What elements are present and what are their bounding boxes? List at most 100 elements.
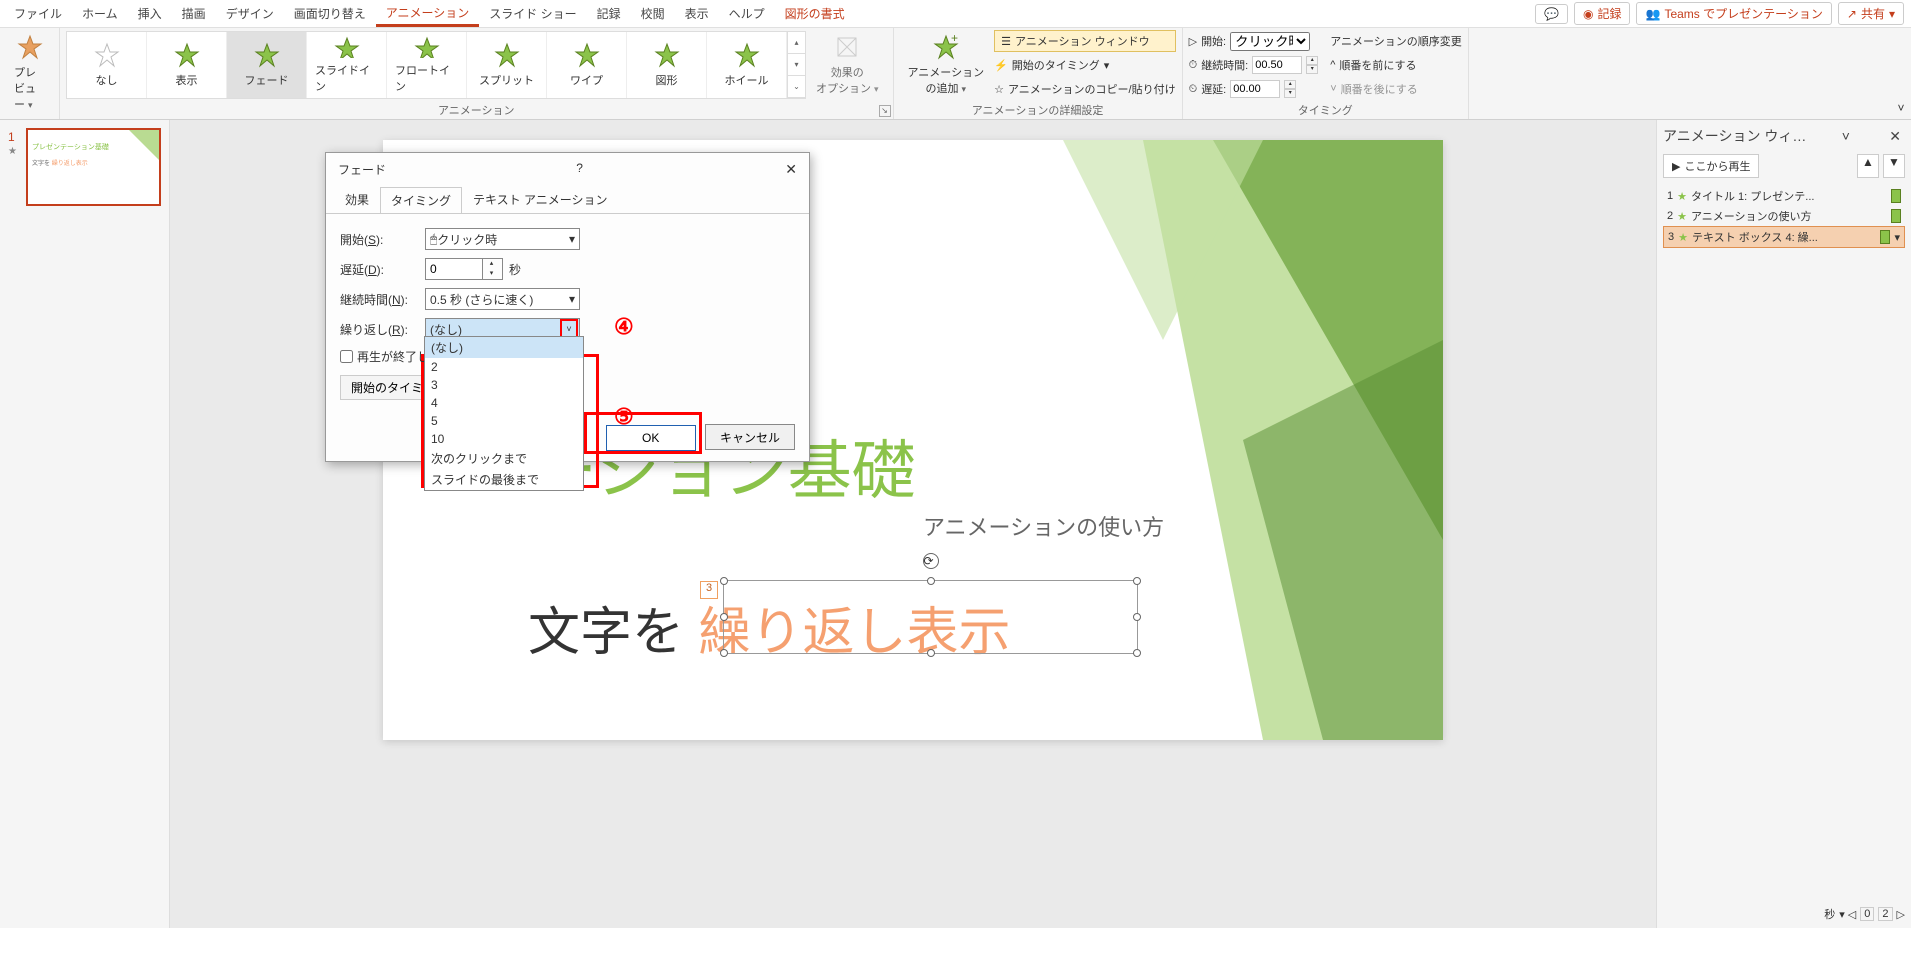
dlg-duration-select[interactable]: 0.5 秒 (さらに速く)▾ (425, 288, 580, 310)
tab-view[interactable]: 表示 (675, 0, 719, 27)
tab-draw[interactable]: 描画 (172, 0, 216, 27)
handle-bm[interactable] (927, 649, 935, 657)
tab-slideshow[interactable]: スライド ショー (479, 0, 586, 27)
animation-order-tag[interactable]: 3 (700, 581, 718, 599)
repeat-option-3[interactable]: 3 (425, 376, 583, 394)
add-animation-button[interactable]: + アニメーション の追加 (900, 30, 993, 100)
handle-bl[interactable] (720, 649, 728, 657)
effect-options-button[interactable]: 効果の オプション (808, 30, 887, 100)
trigger-button[interactable]: ⚡ 開始のタイミング ▾ (994, 54, 1176, 76)
move-later-button[interactable]: ˅ 順番を後にする (1330, 78, 1462, 100)
animation-group-launcher[interactable]: ↘ (879, 105, 891, 117)
preview-button[interactable]: プレビュー (6, 30, 53, 116)
dlg-rewind-checkbox[interactable] (340, 350, 353, 363)
anim-split[interactable]: スプリット (467, 32, 547, 98)
repeat-option-10[interactable]: 10 (425, 430, 583, 448)
anim-slidein[interactable]: スライドイン (307, 32, 387, 98)
animation-painter-button[interactable]: ☆ アニメーションのコピー/貼り付け (994, 78, 1176, 100)
move-up-button[interactable]: ▲ (1857, 154, 1879, 178)
tab-design[interactable]: デザイン (216, 0, 284, 27)
slide-editor[interactable]: ーション基礎 アニメーションの使い方 文字を 繰り返し表示 ⟳ 3 フェード ?… (170, 120, 1656, 928)
anim-item-2[interactable]: 2★アニメーションの使い方 (1663, 206, 1905, 226)
repeat-option-none[interactable]: (なし) (425, 337, 583, 358)
dlg-start-value: クリック時 (437, 231, 497, 248)
anim-floatin[interactable]: フロートイン (387, 32, 467, 98)
repeat-option-5[interactable]: 5 (425, 412, 583, 430)
timing-group-label: タイミング (1189, 100, 1462, 118)
record-button[interactable]: ◉ 記録 (1574, 2, 1631, 25)
thumbnail-pane[interactable]: 1 ★ プレゼンテーション基礎 文字を 繰り返し表示 (0, 120, 170, 928)
repeat-option-4[interactable]: 4 (425, 394, 583, 412)
tab-record[interactable]: 記録 (587, 0, 631, 27)
trigger-label: 開始のタイミング (1012, 57, 1100, 73)
tab-insert[interactable]: 挿入 (128, 0, 172, 27)
copy-label: アニメーションのコピー/貼り付け (1008, 81, 1176, 97)
repeat-option-nextclick[interactable]: 次のクリックまで (425, 448, 583, 469)
animation-pane-button[interactable]: ☰ アニメーション ウィンドウ (994, 30, 1176, 52)
anim-item-3-bar (1880, 230, 1890, 244)
start-select[interactable]: クリック時 (1230, 32, 1310, 51)
handle-br[interactable] (1133, 649, 1141, 657)
dialog-close-button[interactable]: ✕ (785, 161, 797, 178)
preview-icon (17, 34, 43, 60)
animation-gallery[interactable]: なし 表示 フェード スライドイン フロートイン スプリット ワイプ 図形 ホイ… (66, 31, 806, 99)
tab-home[interactable]: ホーム (72, 0, 128, 27)
share-button[interactable]: ↗ 共有 ▾ (1838, 2, 1904, 25)
handle-tm[interactable] (927, 577, 935, 585)
dlg-start-select[interactable]: 🖱 クリック時▾ (425, 228, 580, 250)
anim-pane-close[interactable]: ✕ (1885, 128, 1905, 145)
handle-ml[interactable] (720, 613, 728, 621)
duration-input[interactable] (1252, 56, 1302, 74)
anim-item-3-menu[interactable]: ▾ (1894, 231, 1900, 244)
dialog-tab-text[interactable]: テキスト アニメーション (462, 186, 619, 213)
handle-tr[interactable] (1133, 577, 1141, 585)
delay-input[interactable] (1230, 80, 1280, 98)
gallery-scroll[interactable]: ▴▾⌄ (787, 32, 805, 98)
anim-item-1-label: タイトル 1: プレゼンテ... (1691, 188, 1887, 204)
anim-wheel[interactable]: ホイール (707, 32, 787, 98)
repeat-option-endslide[interactable]: スライドの最後まで (425, 469, 583, 490)
anim-fade[interactable]: フェード (227, 32, 307, 98)
move-down-button[interactable]: ▼ (1883, 154, 1905, 178)
rotate-handle[interactable]: ⟳ (923, 553, 939, 569)
dlg-rewind-label: 再生が終了し (357, 348, 429, 365)
ribbon-collapse-button[interactable]: ˅ (1891, 28, 1911, 119)
anim-shape-label: 図形 (656, 72, 678, 88)
handle-mr[interactable] (1133, 613, 1141, 621)
anim-item-1-bar (1891, 189, 1901, 203)
anim-item-3[interactable]: 3★テキスト ボックス 4: 繰...▾ (1663, 226, 1905, 248)
dialog-ok-button[interactable]: OK (606, 425, 696, 451)
repeat-option-2[interactable]: 2 (425, 358, 583, 376)
repeat-dropdown-list[interactable]: (なし) 2 3 4 5 10 次のクリックまで スライドの最後まで (424, 336, 584, 491)
tab-review[interactable]: 校閲 (631, 0, 675, 27)
textbox-selection[interactable]: ⟳ 3 (723, 580, 1138, 654)
move-earlier-button[interactable]: ^ 順番を前にする (1330, 54, 1462, 76)
tab-help[interactable]: ヘルプ (719, 0, 775, 27)
dialog-help-button[interactable]: ? (576, 161, 583, 178)
tab-transition[interactable]: 画面切り替え (284, 0, 376, 27)
dlg-delay-unit: 秒 (509, 261, 521, 278)
anim-none[interactable]: なし (67, 32, 147, 98)
anim-shape[interactable]: 図形 (627, 32, 707, 98)
anim-item-1[interactable]: 1★タイトル 1: プレゼンテ... (1663, 186, 1905, 206)
anim-none-label: なし (96, 72, 118, 88)
play-from-button[interactable]: ▶ ここから再生 (1663, 154, 1759, 178)
dlg-delay-input[interactable]: ▴▾ (425, 258, 503, 280)
tab-shapeformat[interactable]: 図形の書式 (775, 0, 855, 27)
svg-text:+: + (951, 34, 958, 45)
add-anim-label: アニメーション の追加 (908, 64, 985, 96)
comment-button[interactable]: 💬 (1535, 4, 1568, 24)
dialog-tab-effect[interactable]: 効果 (334, 186, 380, 213)
anim-pane-dropdown[interactable]: ˅ (1838, 128, 1854, 144)
handle-tl[interactable] (720, 577, 728, 585)
anim-appear[interactable]: 表示 (147, 32, 227, 98)
dialog-cancel-button[interactable]: キャンセル (705, 424, 795, 450)
anim-wipe[interactable]: ワイプ (547, 32, 627, 98)
ribbon-tabs: ファイル ホーム 挿入 描画 デザイン 画面切り替え アニメーション スライド … (0, 0, 1911, 28)
tab-file[interactable]: ファイル (4, 0, 72, 27)
tab-animation[interactable]: アニメーション (376, 0, 480, 27)
preview-label: プレビュー (14, 64, 45, 112)
slide-thumbnail-1[interactable]: プレゼンテーション基礎 文字を 繰り返し表示 (26, 128, 161, 206)
dialog-tab-timing[interactable]: タイミング (380, 187, 462, 214)
teams-present-button[interactable]: 👥 Teams でプレゼンテーション (1636, 2, 1831, 25)
